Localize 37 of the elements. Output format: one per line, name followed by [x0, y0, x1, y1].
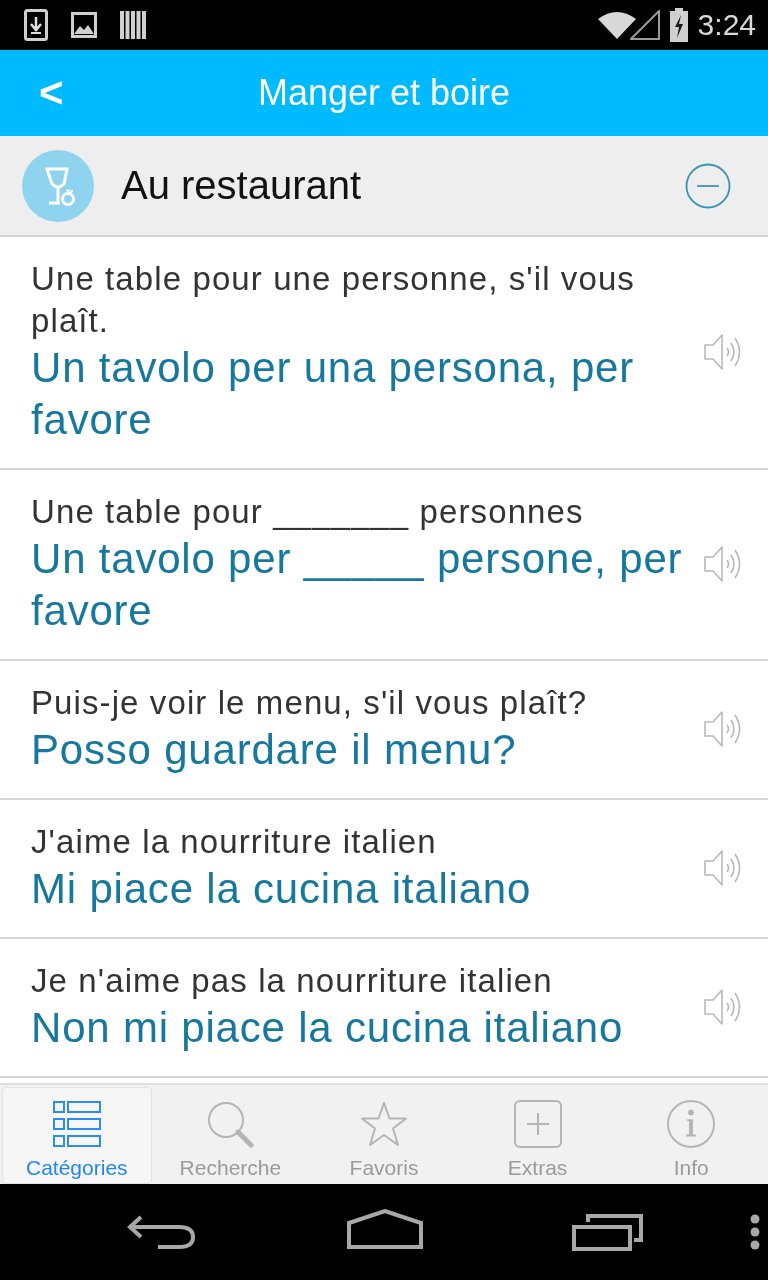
phrase-text: J'aime la nourriture italien [31, 822, 438, 862]
phrase-text: Je n'aime pas la nourriture italien [31, 961, 554, 1001]
download-icon [24, 9, 48, 41]
list-icon [52, 1100, 101, 1148]
signal-icon [629, 10, 660, 40]
search-icon [206, 1100, 255, 1148]
bars-icon [120, 11, 146, 39]
wifi-icon [597, 11, 636, 39]
translation-text: Posso guardare il menu? [31, 725, 518, 775]
favorites-tab[interactable]: Favoris [309, 1087, 459, 1184]
menu-icon[interactable] [750, 1214, 760, 1250]
battery-icon [669, 8, 688, 42]
search-tab[interactable]: Recherche [155, 1087, 306, 1184]
phrase-text: Une table pour _______ personnes [31, 492, 585, 532]
status-time: 3:24 [697, 7, 756, 43]
back-arrow-icon[interactable] [127, 1214, 197, 1250]
image-icon [71, 12, 97, 38]
translation-text: Mi piace la cucina italiano [31, 864, 533, 914]
phrase-text: Une table pour une personne, s'il vous plaît. [31, 259, 636, 341]
screen-title: Manger et boire [257, 72, 511, 114]
extras-tab[interactable]: Extras [462, 1087, 613, 1184]
section-header[interactable]: Au restaurant [0, 136, 768, 237]
info-icon [667, 1100, 716, 1148]
translation-text: Non mi piace la cucina italiano [31, 1003, 625, 1053]
recent-apps-icon[interactable] [572, 1213, 644, 1251]
section-title: Au restaurant [121, 163, 363, 208]
collapse-icon[interactable] [685, 162, 731, 209]
categories-tab[interactable]: Catégories [2, 1087, 152, 1184]
back-button[interactable]: < [33, 68, 70, 118]
translation-text: Un tavolo per _____ persone, per favore [31, 534, 684, 636]
info-tab[interactable]: Info [616, 1087, 766, 1184]
glass-icon [22, 149, 94, 222]
phrase-text: Puis-je voir le menu, s'il vous plaît? [31, 683, 589, 723]
plus-icon [513, 1100, 562, 1148]
home-icon[interactable] [347, 1209, 423, 1249]
translation-text: Un tavolo per una persona, per favore [31, 343, 636, 445]
star-icon [360, 1100, 408, 1148]
